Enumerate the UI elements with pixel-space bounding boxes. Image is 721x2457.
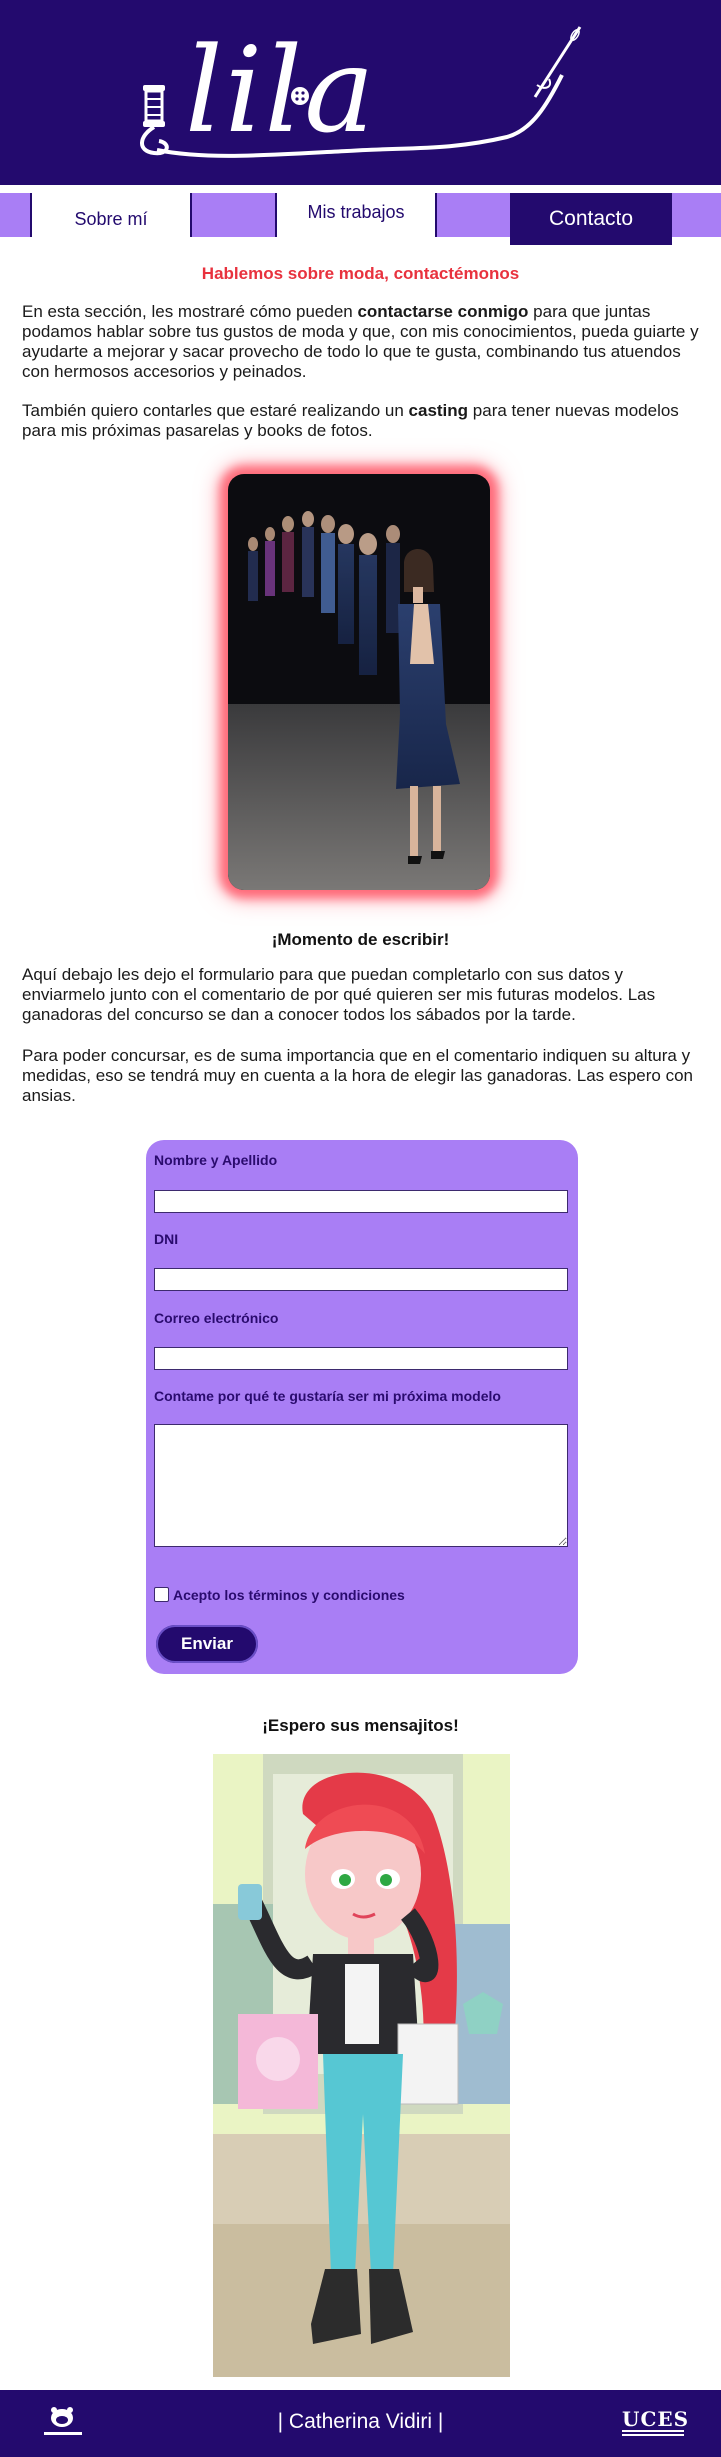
terms-checkbox[interactable] (154, 1587, 169, 1602)
name-input[interactable] (154, 1190, 568, 1213)
needle-icon (533, 26, 582, 98)
submit-button[interactable]: Enviar (156, 1625, 258, 1663)
intro-p2-text-a: También quiero contarles que estaré real… (22, 401, 409, 420)
comment-label: Contame por qué te gustaría ser mi próxi… (154, 1388, 501, 1404)
footer-author: | Catherina Vidiri | (277, 2410, 444, 2433)
runway-photo (228, 474, 490, 890)
intro-p2-bold: casting (408, 401, 469, 420)
runway-models-illustration (248, 511, 460, 864)
nav-item-contacto[interactable]: Contacto (510, 193, 672, 245)
closing-heading: ¡Espero sus mensajitos! (262, 1716, 459, 1735)
terms-label[interactable]: Acepto los términos y condiciones (173, 1587, 405, 1603)
logo-text: lila (185, 21, 377, 159)
uces-logo[interactable]: UCES (622, 2407, 689, 2431)
dni-label: DNI (154, 1231, 179, 1247)
intro-paragraph-2: También quiero contarles que estaré real… (22, 401, 702, 441)
intro-paragraph-1: En esta sección, les mostraré cómo puede… (22, 302, 702, 382)
write-paragraph-1: Aquí debajo les dejo el formulario para … (22, 965, 656, 1024)
intro-p1-bold: contactarse conmigo (357, 302, 529, 321)
dni-input[interactable] (154, 1268, 568, 1291)
sewing-button-icon (291, 87, 309, 105)
contact-page: lila Sobre mí Mis trabajos Contacto Habl… (0, 0, 721, 2457)
email-label: Correo electrónico (154, 1310, 279, 1326)
uces-logo-underline (622, 2430, 684, 2436)
cartoon-character-image (213, 1754, 510, 2377)
intro-heading: Hablemos sobre moda, contactémonos (201, 264, 520, 283)
email-input[interactable] (154, 1347, 568, 1370)
write-heading: ¡Momento de escribir! (271, 930, 450, 949)
nav-item-sobre-mi[interactable]: Sobre mí (30, 193, 192, 237)
site-logo[interactable]: lila (125, 25, 595, 165)
name-label: Nombre y Apellido (154, 1152, 278, 1168)
write-paragraph-2: Para poder concursar, es de suma importa… (22, 1046, 693, 1105)
nav-item-mis-trabajos[interactable]: Mis trabajos (275, 193, 437, 237)
comment-textarea[interactable] (154, 1424, 568, 1547)
intro-p1-text-a: En esta sección, les mostraré cómo puede… (22, 302, 358, 321)
